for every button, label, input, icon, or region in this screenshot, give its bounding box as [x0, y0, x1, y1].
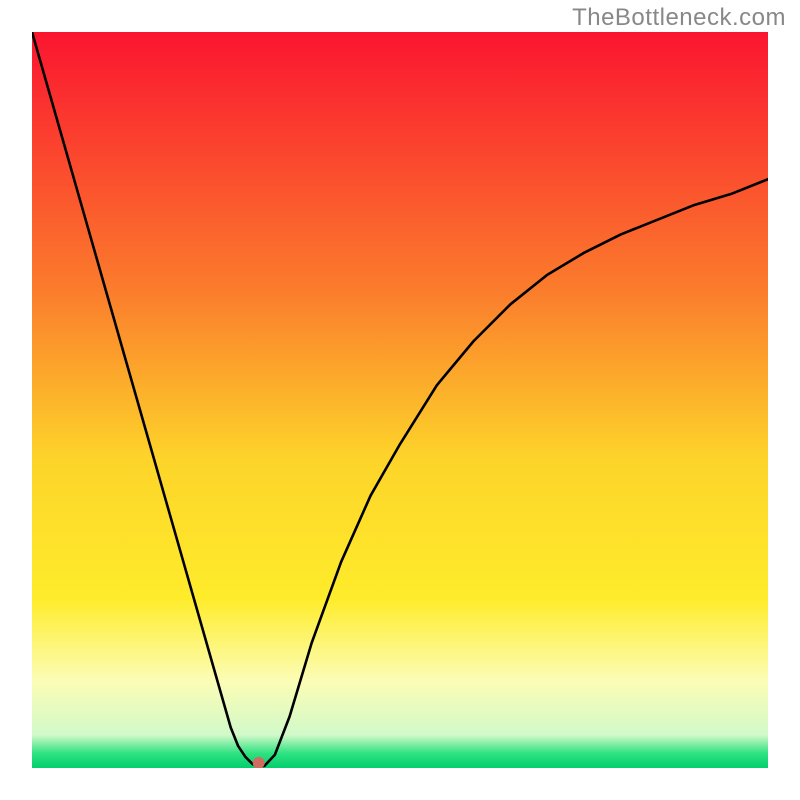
chart-background: [32, 32, 768, 768]
chart-container: [32, 32, 768, 768]
watermark-text: TheBottleneck.com: [572, 4, 786, 32]
chart-svg: [32, 32, 768, 768]
